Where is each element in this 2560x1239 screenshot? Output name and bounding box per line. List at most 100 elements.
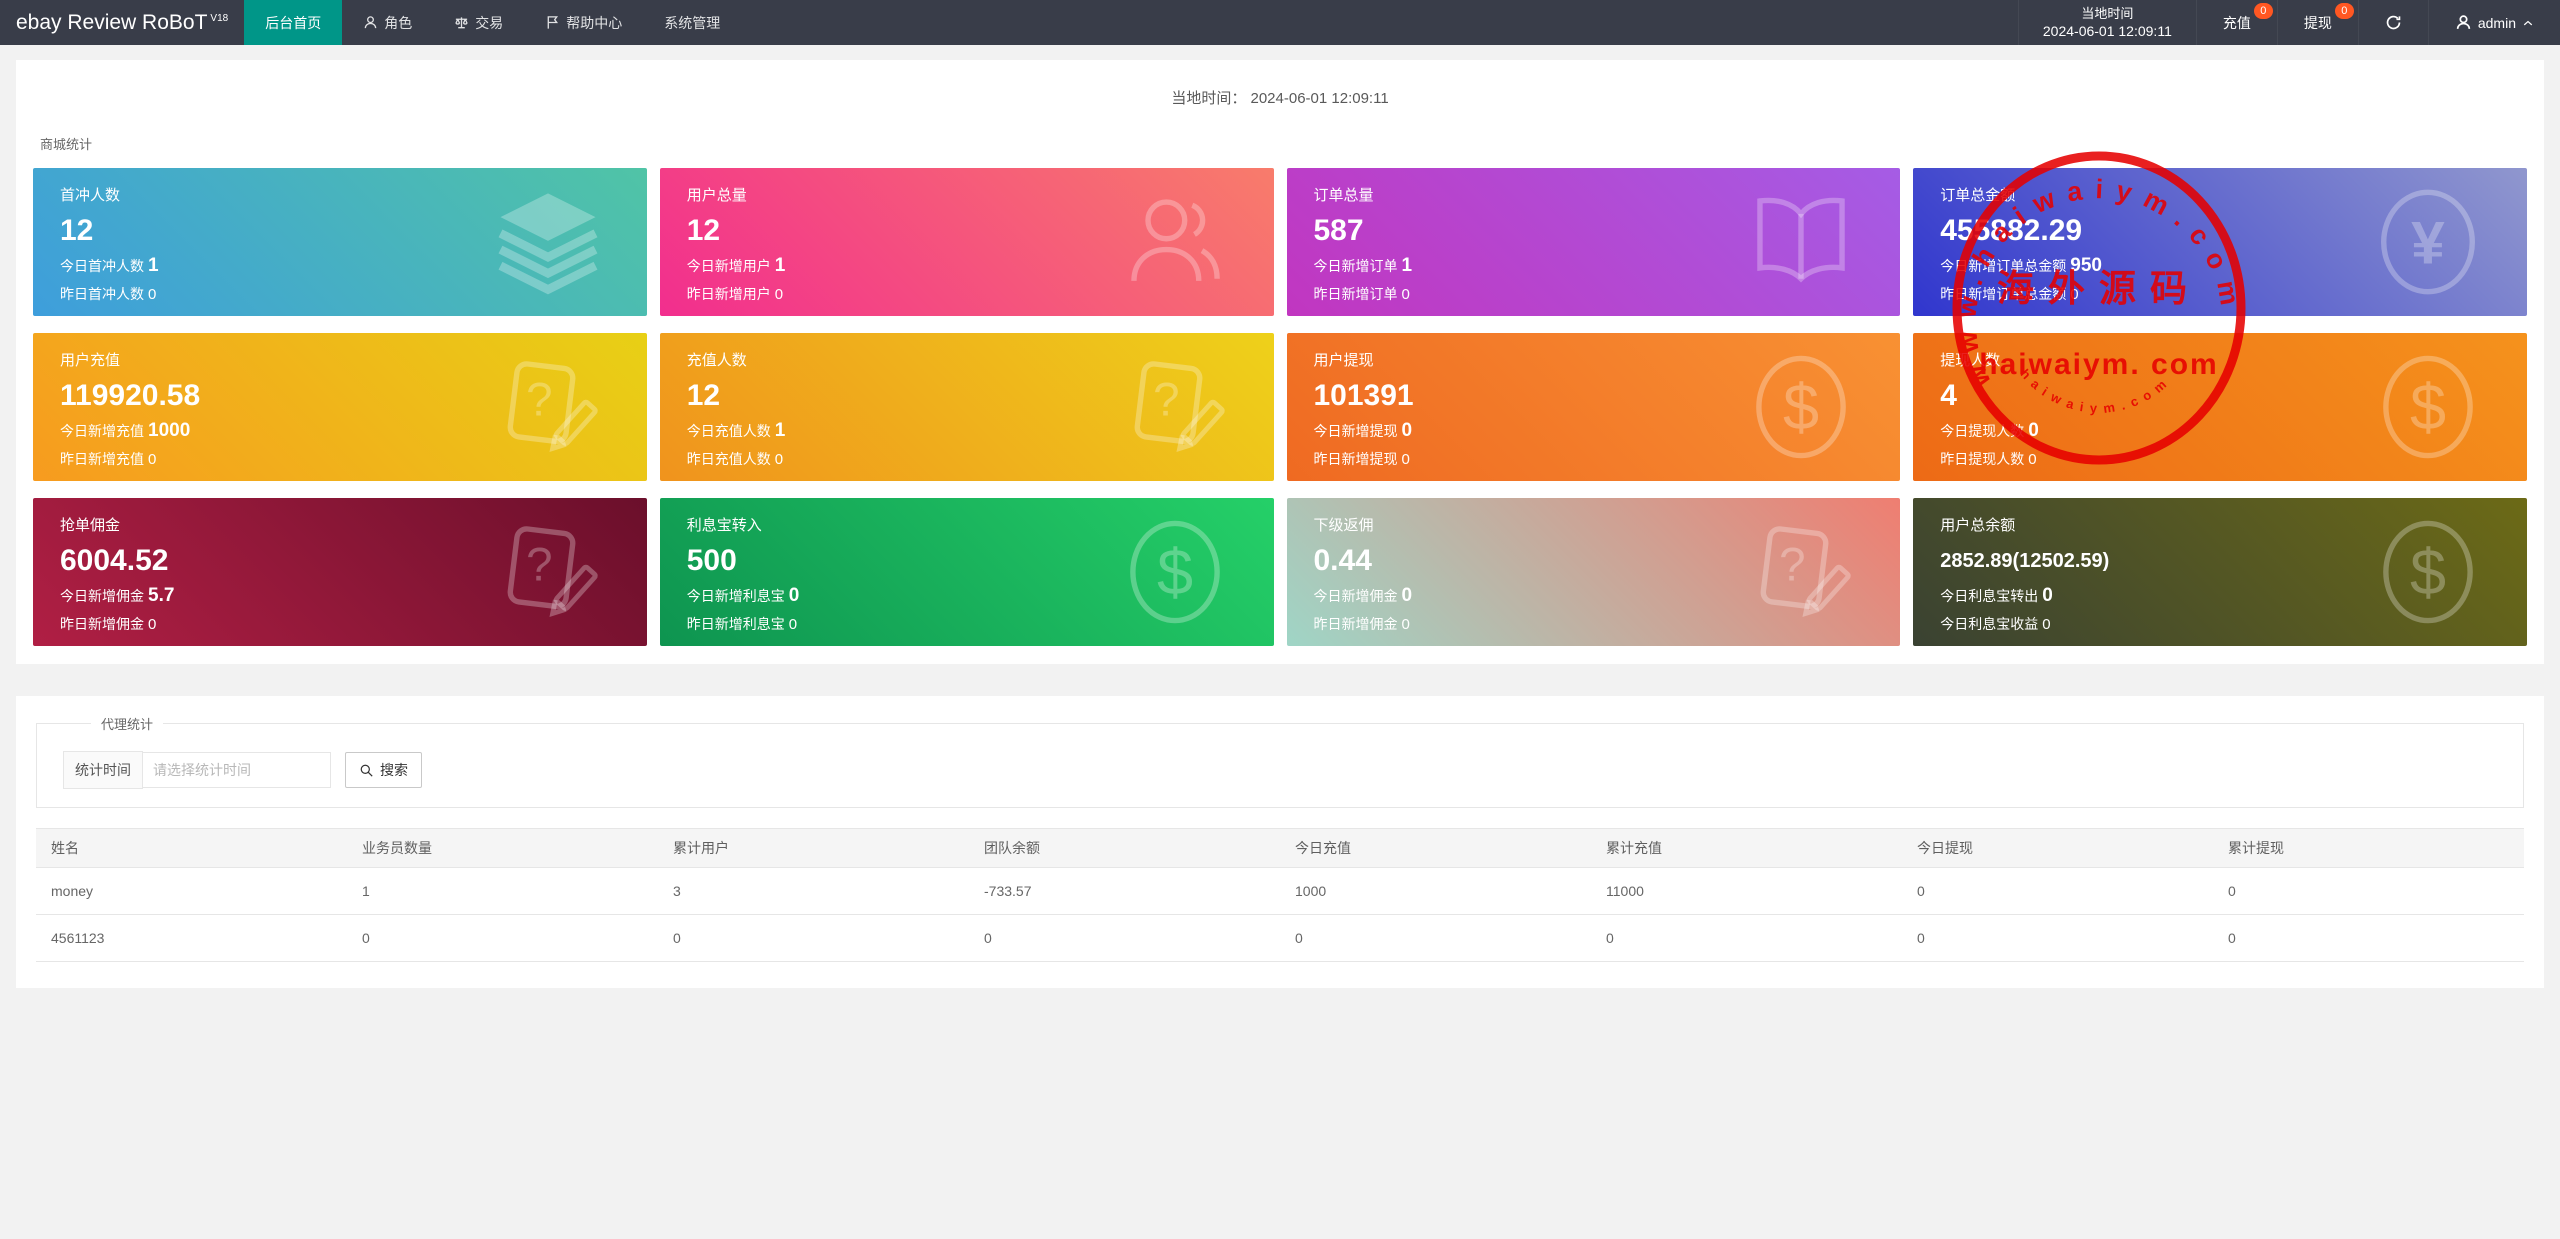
scales-icon — [455, 17, 468, 29]
stat-line-label: 昨日新增利息宝 — [686, 616, 785, 632]
stat-line-label: 昨日首冲人数 — [60, 286, 144, 302]
username: admin — [2477, 14, 2516, 31]
withdraw-button[interactable]: 提现 0 — [2276, 0, 2358, 45]
cell-today-recharge: 1000 — [1280, 867, 1591, 915]
flag-icon — [547, 16, 559, 29]
cell-salesman-count: 1 — [347, 867, 658, 915]
stat-card-sub-commission: 下级返佣 0.44 今日新增佣金 0 昨日新增佣金 0 — [1286, 498, 1901, 646]
stat-line-label: 昨日新增用户 — [686, 286, 771, 302]
user-menu[interactable]: admin — [2427, 0, 2560, 45]
stat-line-label: 今日新增用户 — [686, 258, 771, 274]
stat-card-order-commission: 抢单佣金 6004.52 今日新增佣金 5.7 昨日新增佣金 0 — [33, 498, 647, 646]
stat-time-label: 统计时间 — [63, 751, 143, 789]
dollar-circle-icon — [2374, 353, 2482, 461]
stat-line-label: 昨日新增佣金 — [60, 616, 144, 632]
cell-name: money — [36, 867, 347, 915]
stat-card-user-balance: 用户总余额 2852.89(12502.59) 今日利息宝转出 0 今日利息宝收益… — [1913, 498, 2527, 646]
stat-cards-grid: 首冲人数 12 今日首冲人数 1 昨日首冲人数 0 用户总量 12 今日新增用户 1 … — [33, 168, 2527, 646]
mall-stats-panel: 当地时间： 2024-06-01 12:09:11 商城统计 首冲人数 12 今… — [16, 60, 2544, 664]
main-nav: 后台首页 角色 交易 帮助中心 系统管理 — [244, 0, 741, 45]
stat-card-total-orders: 订单总量 587 今日新增订单 1 昨日新增订单 0 — [1286, 168, 1901, 316]
stat-line-value: 1 — [148, 255, 159, 276]
withdraw-badge: 0 — [2334, 3, 2354, 19]
topbar: ebay Review RoBoT V18 后台首页 角色 交易 帮助中心 系统… — [0, 0, 2560, 45]
stat-line-value: 0 — [2070, 286, 2079, 303]
stat-card-interest-in: 利息宝转入 500 今日新增利息宝 0 昨日新增利息宝 0 — [659, 498, 1274, 646]
nav-item-label: 帮助中心 — [566, 14, 623, 31]
agent-stats-title: 代理统计 — [101, 717, 154, 732]
cell-total-withdraw: 0 — [2213, 914, 2524, 962]
stat-time-input[interactable] — [143, 752, 331, 788]
col-header-team-balance: 团队余额 — [969, 828, 1280, 868]
stat-line-label: 今日新增提现 — [1313, 423, 1398, 439]
cell-today-withdraw: 0 — [1902, 914, 2213, 962]
agent-stats-panel: 代理统计 统计时间 搜索 姓名 业务员数量 累计用户 团队余额 今日充值 累计充… — [16, 696, 2544, 988]
stat-line-value: 1000 — [148, 420, 191, 441]
search-button-label: 搜索 — [380, 762, 408, 778]
recharge-label: 充值 — [2222, 14, 2251, 31]
app-logo: ebay Review RoBoT V18 — [0, 0, 244, 45]
stat-line-value: 1 — [1401, 255, 1413, 276]
stat-card-first-recharge-users: 首冲人数 12 今日首冲人数 1 昨日首冲人数 0 — [33, 168, 647, 316]
stat-line-value: 0 — [1401, 585, 1413, 606]
col-header-today-withdraw: 今日提现 — [1902, 828, 2213, 868]
doc-edit-icon — [494, 518, 602, 626]
dollar-circle-icon — [1747, 353, 1855, 461]
stat-card-order-amount: 订单总金额 455882.29 今日新增订单总金额 950 昨日新增订单总金额 0 — [1913, 168, 2527, 316]
stat-line-value: 0 — [148, 616, 157, 633]
stat-line-value: 0 — [148, 451, 157, 468]
col-header-salesman-count: 业务员数量 — [347, 828, 658, 868]
cell-team-balance: -733.57 — [969, 867, 1280, 915]
local-time-block: 当地时间 2024-06-01 12:09:11 — [2017, 0, 2196, 45]
users-icon — [1121, 188, 1229, 296]
search-button[interactable]: 搜索 — [345, 752, 422, 788]
stat-card-user-recharge: 用户充值 119920.58 今日新增充值 1000 昨日新增充值 0 — [33, 333, 647, 481]
stat-line-label: 今日新增订单总金额 — [1940, 258, 2067, 274]
stat-card-total-users: 用户总量 12 今日新增用户 1 昨日新增用户 0 — [659, 168, 1274, 316]
nav-item-system[interactable]: 系统管理 — [643, 0, 741, 45]
cell-total-recharge: 11000 — [1591, 867, 1902, 915]
app-logo-text: ebay Review RoBoT — [16, 10, 208, 34]
stat-card-recharge-users: 充值人数 12 今日充值人数 1 昨日充值人数 0 — [659, 333, 1274, 481]
stat-card-user-withdraw: 用户提现 101391 今日新增提现 0 昨日新增提现 0 — [1286, 333, 1901, 481]
stat-line-value: 0 — [788, 616, 798, 633]
refresh-button[interactable] — [2357, 0, 2428, 45]
cell-today-recharge: 0 — [1280, 914, 1591, 962]
stat-card-withdraw-users: 提现人数 4 今日提现人数 0 昨日提现人数 0 — [1913, 333, 2527, 481]
yen-circle-icon — [2374, 188, 2482, 296]
agent-table: 姓名 业务员数量 累计用户 团队余额 今日充值 累计充值 今日提现 累计提现 m… — [36, 828, 2524, 962]
table-row: 4561123 0 0 0 0 0 0 0 — [36, 914, 2524, 962]
local-time-line: 当地时间： 2024-06-01 12:09:11 — [16, 60, 2544, 108]
stat-line-label: 昨日提现人数 — [1940, 451, 2025, 467]
nav-item-dashboard[interactable]: 后台首页 — [244, 0, 343, 45]
app-logo-version: V18 — [210, 13, 229, 24]
stat-line-label: 今日新增充值 — [60, 423, 144, 439]
stat-line-value: 0 — [788, 585, 800, 606]
col-header-total-users: 累计用户 — [658, 828, 969, 868]
stat-line-value: 5.7 — [148, 585, 175, 606]
nav-item-roles[interactable]: 角色 — [342, 0, 433, 45]
cell-name: 4561123 — [36, 914, 347, 962]
stat-line-value: 0 — [774, 286, 784, 303]
recharge-button[interactable]: 充值 0 — [2195, 0, 2277, 45]
stat-line-label: 今日提现人数 — [1940, 423, 2025, 439]
search-icon — [359, 763, 374, 778]
cell-today-withdraw: 0 — [1902, 867, 2213, 915]
stat-line-label: 昨日新增充值 — [60, 451, 144, 467]
dollar-circle-icon — [1121, 518, 1229, 626]
stat-line-value: 1 — [774, 255, 786, 276]
nav-item-label: 系统管理 — [664, 14, 721, 31]
stat-line-label: 昨日充值人数 — [686, 451, 771, 467]
nav-item-label: 角色 — [384, 14, 413, 31]
user-icon — [364, 16, 377, 29]
nav-item-label: 交易 — [475, 14, 504, 31]
col-header-today-recharge: 今日充值 — [1280, 828, 1591, 868]
stat-line-value: 0 — [774, 451, 784, 468]
cell-salesman-count: 0 — [347, 914, 658, 962]
nav-item-trade[interactable]: 交易 — [433, 0, 524, 45]
cell-total-users: 3 — [658, 867, 969, 915]
stat-line-value: 0 — [2028, 451, 2037, 468]
nav-item-help[interactable]: 帮助中心 — [524, 0, 643, 45]
refresh-icon — [2386, 15, 2401, 30]
stat-line-value: 1 — [774, 420, 786, 441]
